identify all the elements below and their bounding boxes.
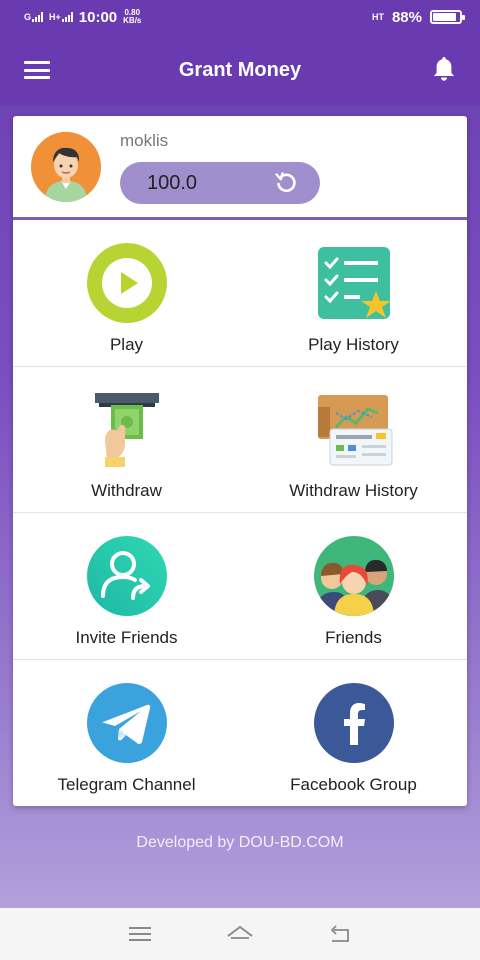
avatar-illustration-icon	[31, 132, 101, 202]
friends-menu-item[interactable]: Friends	[240, 513, 467, 660]
avatar	[31, 132, 101, 202]
battery-percent: 88%	[391, 8, 422, 26]
facebook-group-label: Facebook Group	[290, 775, 417, 794]
hamburger-menu-icon[interactable]	[24, 61, 50, 79]
friends-group-icon	[313, 535, 394, 616]
telegram-icon	[86, 683, 167, 763]
add-user-arrow-icon	[86, 535, 167, 616]
home-icon[interactable]	[226, 922, 254, 946]
history-board-icon	[317, 395, 392, 466]
withdraw-history-label: Withdraw History	[289, 481, 418, 500]
profile-section: moklis 100.0	[13, 116, 467, 220]
balance-value: 100.0	[147, 171, 198, 194]
play-menu-item[interactable]: Play	[13, 220, 240, 367]
app-bar: Grant Money	[0, 34, 480, 106]
play-icon	[86, 242, 167, 323]
withdraw-history-menu-item[interactable]: Withdraw History	[240, 367, 467, 513]
main-card: moklis 100.0 Play Play History Withdraw …	[13, 116, 467, 806]
play-history-label: Play History	[308, 334, 399, 354]
facebook-icon	[313, 683, 394, 763]
invite-friends-menu-item[interactable]: Invite Friends	[13, 513, 240, 660]
signal-2-icon: H+	[49, 12, 73, 22]
bell-icon[interactable]	[432, 56, 456, 82]
status-left: G H+ 10:00 0.80 KB/s	[24, 9, 141, 26]
developer-credit: Developed by DOU-BD.COM	[136, 834, 344, 851]
withdraw-menu-item[interactable]: Withdraw	[13, 367, 240, 513]
signal-1-icon: G	[24, 12, 44, 22]
withdraw-label: Withdraw	[91, 481, 162, 500]
speed-unit: KB/s	[123, 16, 142, 25]
balance-display: 100.0	[120, 162, 320, 204]
back-icon[interactable]	[326, 922, 354, 946]
play-history-menu-item[interactable]: Play History	[240, 220, 467, 367]
app-title: Grant Money	[178, 58, 302, 81]
username: moklis	[120, 131, 169, 150]
network-speed: 0.80 KB/s	[123, 9, 141, 25]
network-type: HT	[371, 12, 384, 22]
facebook-group-menu-item[interactable]: Facebook Group	[240, 660, 467, 807]
telegram-channel-label: Telegram Channel	[57, 775, 196, 794]
invite-friends-label: Invite Friends	[75, 627, 178, 647]
status-bar: G H+ 10:00 0.80 KB/s HT 88%	[0, 0, 480, 34]
atm-cash-icon	[94, 393, 159, 467]
friends-label: Friends	[325, 627, 382, 647]
recent-apps-icon[interactable]	[126, 922, 154, 946]
refresh-icon[interactable]	[274, 171, 298, 195]
network-label-1: G	[24, 12, 32, 22]
network-label-2: H+	[49, 12, 61, 22]
menu-grid: Play Play History Withdraw Withdraw Hist…	[13, 220, 467, 806]
clock: 10:00	[78, 8, 118, 26]
play-label: Play	[109, 334, 144, 354]
battery-icon	[430, 10, 465, 24]
checklist-star-icon	[317, 246, 391, 319]
status-right: HT 88%	[371, 8, 465, 26]
telegram-channel-menu-item[interactable]: Telegram Channel	[13, 660, 240, 807]
system-nav-bar	[0, 908, 480, 960]
